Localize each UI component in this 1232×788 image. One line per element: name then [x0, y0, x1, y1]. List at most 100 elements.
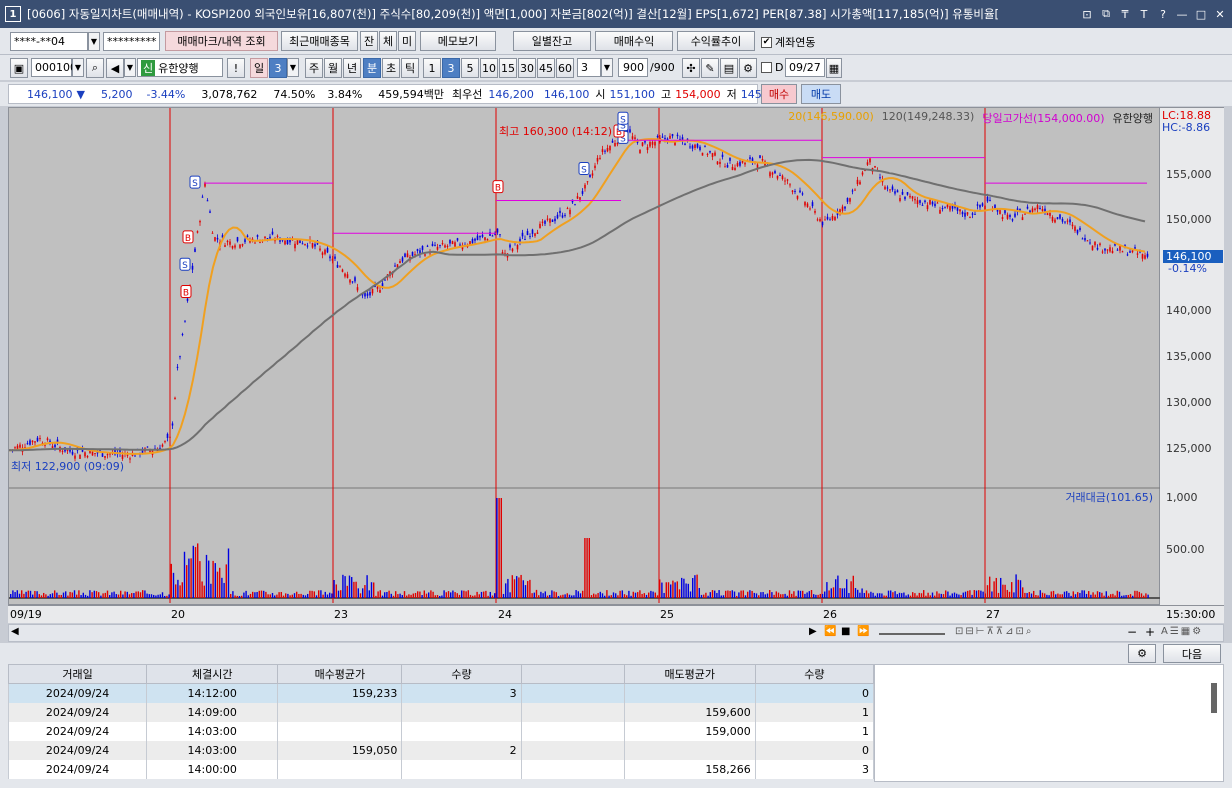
- panel-settings-gear-icon[interactable]: ⚙: [1128, 644, 1156, 663]
- volume-bar: [1114, 595, 1116, 598]
- buy-button[interactable]: 매수: [761, 84, 797, 104]
- candle-body: [1141, 254, 1144, 259]
- close-icon[interactable]: ✕: [1212, 6, 1228, 22]
- volume-bar: [458, 594, 461, 598]
- volume-bar: [40, 595, 43, 598]
- volume-bar: [788, 590, 791, 598]
- interval-dropdown-icon[interactable]: ▼: [601, 58, 613, 77]
- draw-icon[interactable]: ✎: [701, 58, 719, 78]
- link-icon[interactable]: ⊡: [1079, 6, 1095, 22]
- zoom-slider[interactable]: [879, 633, 945, 635]
- account-link-checkbox[interactable]: ✔ 계좌연동: [761, 34, 815, 50]
- trade-profit-button[interactable]: 매매수익: [595, 31, 673, 51]
- candle-body: [84, 452, 86, 457]
- fast-forward-icon[interactable]: ⏩: [857, 626, 869, 637]
- date-input[interactable]: 09/27: [785, 58, 825, 77]
- zoom-in-icon[interactable]: +: [1145, 625, 1155, 639]
- settings-gear-icon[interactable]: ⚙: [739, 58, 757, 78]
- period-tick-button[interactable]: 틱: [401, 58, 419, 78]
- sound-icon[interactable]: ◀: [106, 58, 124, 78]
- maximize-icon[interactable]: □: [1193, 6, 1209, 22]
- min-30-button[interactable]: 30: [518, 58, 536, 78]
- period-minute-button[interactable]: 분: [363, 58, 381, 78]
- balance-button[interactable]: 잔: [360, 31, 378, 51]
- date-checkbox[interactable]: D: [761, 61, 783, 74]
- candle-body: [684, 143, 686, 145]
- candle-body: [19, 444, 21, 448]
- crosshair-icon[interactable]: ✣: [682, 58, 700, 78]
- trade-mark-query-button[interactable]: 매매마크/내역 조회: [165, 31, 278, 51]
- account-select[interactable]: ****-**04: [10, 32, 88, 51]
- volume-bar: [1072, 591, 1074, 598]
- period-day-button[interactable]: 일: [250, 58, 268, 78]
- table-row[interactable]: 2024/09/24 14:03:00 159,000 1: [7, 721, 875, 741]
- chart-scrollbar[interactable]: ◀ ▶ ⏪ ■ ⏩ ⊡⊟⊢⊼⊼⊿⊡⌕ − + A☰▦⚙: [8, 624, 1224, 642]
- candle-body: [204, 183, 206, 187]
- min-60-button[interactable]: 60: [556, 58, 574, 78]
- executed-button[interactable]: 체: [379, 31, 397, 51]
- copy-window-icon[interactable]: ⧉: [1098, 6, 1114, 22]
- volume-bar: [1077, 592, 1079, 598]
- day-count-field[interactable]: 3: [269, 58, 287, 78]
- count-input[interactable]: 900: [618, 58, 648, 77]
- scroll-right-icon[interactable]: ▶: [809, 626, 817, 637]
- min-5-button[interactable]: 5: [461, 58, 479, 78]
- calendar-icon[interactable]: ▦: [826, 58, 842, 78]
- code-dropdown-icon[interactable]: ▼: [72, 58, 84, 77]
- help-icon[interactable]: ?: [1155, 6, 1171, 22]
- period-year-button[interactable]: 년: [343, 58, 361, 78]
- next-button[interactable]: 다음: [1163, 644, 1221, 663]
- min-3-button[interactable]: 3: [442, 58, 460, 78]
- volume-bar: [153, 594, 155, 598]
- pin-icon[interactable]: ₸: [1117, 6, 1133, 22]
- volume-bar: [978, 590, 980, 598]
- volume-bar: [315, 595, 318, 598]
- sell-button[interactable]: 매도: [801, 84, 841, 104]
- table-row[interactable]: 2024/09/24 14:09:00 159,600 1: [7, 702, 875, 722]
- table-row[interactable]: 2024/09/24 14:00:00 158,266 3: [7, 759, 875, 779]
- sound-dropdown-icon[interactable]: ▼: [124, 58, 136, 77]
- stock-code-input[interactable]: 000100: [31, 58, 77, 77]
- password-field[interactable]: *********: [103, 32, 160, 51]
- unexecuted-button[interactable]: 미: [398, 31, 416, 51]
- min-1-button[interactable]: 1: [423, 58, 441, 78]
- drawing-tools-icon[interactable]: ⊡⊟⊢⊼⊼⊿⊡⌕: [955, 626, 1033, 637]
- stop-icon[interactable]: ■: [841, 626, 850, 637]
- candle-body: [1094, 241, 1096, 246]
- min-45-button[interactable]: 45: [537, 58, 555, 78]
- minimize-icon[interactable]: —: [1174, 6, 1190, 22]
- table-cell: 0: [754, 740, 875, 760]
- table-row[interactable]: 2024/09/24 14:12:00 159,233 3 0: [7, 683, 875, 703]
- vertical-scrollbar[interactable]: [1211, 683, 1217, 713]
- recent-trades-button[interactable]: 최근매매종목: [281, 31, 358, 51]
- candle-body: [304, 243, 306, 245]
- table-row[interactable]: 2024/09/24 14:03:00 159,050 2 0: [7, 740, 875, 760]
- volume-bar: [769, 590, 771, 598]
- period-second-button[interactable]: 초: [382, 58, 400, 78]
- day-count-dropdown-icon[interactable]: ▼: [287, 58, 299, 77]
- period-week-button[interactable]: 주: [305, 58, 323, 78]
- interval-input[interactable]: 3: [577, 58, 601, 77]
- search-icon[interactable]: ⌕: [86, 58, 104, 78]
- chart-options-icon[interactable]: A☰▦⚙: [1161, 626, 1203, 637]
- daily-balance-button[interactable]: 일별잔고: [513, 31, 591, 51]
- font-icon[interactable]: T: [1136, 6, 1152, 22]
- screen-icon[interactable]: ▣: [10, 58, 28, 78]
- memo-button[interactable]: 메모보기: [420, 31, 496, 51]
- account-dropdown-icon[interactable]: ▼: [88, 32, 100, 51]
- zoom-out-icon[interactable]: −: [1127, 625, 1137, 639]
- price-chart[interactable]: SBSBBSSBSS 20(146,590.00) 120(149,248.33…: [8, 107, 1161, 605]
- period-month-button[interactable]: 월: [324, 58, 342, 78]
- min-10-button[interactable]: 10: [480, 58, 498, 78]
- stock-name-field[interactable]: 신 유한양행: [137, 58, 223, 77]
- save-icon[interactable]: ▤: [720, 58, 738, 78]
- warning-button[interactable]: !: [227, 58, 245, 78]
- volume-bar: [137, 591, 139, 598]
- table-cell: 159,600: [623, 702, 756, 722]
- profit-trend-button[interactable]: 수익률추이: [677, 31, 755, 51]
- buy-marker-label: B: [183, 289, 189, 299]
- rewind-icon[interactable]: ⏪: [824, 626, 836, 637]
- scroll-left-icon[interactable]: ◀: [11, 626, 19, 637]
- candle-body: [1069, 219, 1071, 223]
- min-15-button[interactable]: 15: [499, 58, 517, 78]
